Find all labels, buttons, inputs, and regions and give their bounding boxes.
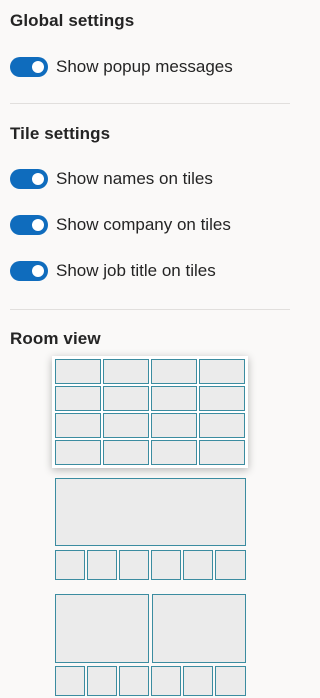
layout-tile (55, 359, 101, 384)
show-names-on-tiles-label: Show names on tiles (56, 169, 213, 188)
toggle-row-show-names-on-tiles[interactable]: Show names on tiles (10, 167, 213, 191)
layout-tile (199, 359, 245, 384)
toggle-knob (32, 219, 44, 231)
toggle-row-show-company-on-tiles[interactable]: Show company on tiles (10, 213, 231, 237)
layout-tile (55, 440, 101, 465)
layout-tile (103, 386, 149, 411)
toggle-knob (32, 61, 44, 73)
toggle-row-show-job-title-on-tiles[interactable]: Show job title on tiles (10, 259, 216, 283)
show-popup-messages-toggle[interactable] (10, 57, 48, 77)
layout-thumbnail-tile (119, 666, 149, 696)
layout-speaker-tile (55, 594, 149, 663)
layout-tile (151, 359, 197, 384)
room-view-heading: Room view (10, 329, 101, 348)
layout-tile (103, 413, 149, 438)
layout-tile (199, 386, 245, 411)
layout-thumbnail-tile (215, 666, 246, 696)
toggle-knob (32, 265, 44, 277)
show-company-on-tiles-label: Show company on tiles (56, 215, 231, 234)
layout-speaker-tile (152, 594, 246, 663)
show-company-on-tiles-toggle[interactable] (10, 215, 48, 235)
layout-tile (103, 440, 149, 465)
layout-thumbnail-tile (151, 550, 181, 580)
layout-thumbnail-tile (119, 550, 149, 580)
section-divider (10, 309, 290, 310)
show-job-title-on-tiles-label: Show job title on tiles (56, 261, 216, 280)
layout-thumbnail-tile (55, 666, 85, 696)
layout-thumbnail-tile (183, 550, 213, 580)
layout-tile (151, 413, 197, 438)
layout-tile (199, 440, 245, 465)
layout-thumbnail-tile (87, 550, 117, 580)
layout-tile (151, 386, 197, 411)
toggle-knob (32, 173, 44, 185)
settings-panel: Global settings Show popup messages Tile… (0, 0, 300, 698)
layout-tile (55, 413, 101, 438)
show-popup-messages-label: Show popup messages (56, 57, 233, 76)
layout-thumbnail-tile (151, 666, 181, 696)
layout-tile (103, 359, 149, 384)
room-layout-grid-4x4[interactable] (52, 356, 248, 468)
show-job-title-on-tiles-toggle[interactable] (10, 261, 48, 281)
room-layout-two-speakers-with-thumbnails[interactable] (52, 594, 248, 698)
layout-thumbnail-tile (183, 666, 213, 696)
section-divider (10, 103, 290, 104)
show-names-on-tiles-toggle[interactable] (10, 169, 48, 189)
layout-tile (55, 386, 101, 411)
layout-tile (151, 440, 197, 465)
room-layout-speaker-with-thumbnails[interactable] (52, 476, 248, 582)
global-settings-heading: Global settings (10, 11, 135, 30)
layout-tile (199, 413, 245, 438)
toggle-row-show-popup-messages[interactable]: Show popup messages (10, 55, 233, 79)
layout-thumbnail-tile (55, 550, 85, 580)
layout-thumbnail-tile (215, 550, 246, 580)
tile-settings-heading: Tile settings (10, 124, 111, 143)
layout-thumbnail-tile (87, 666, 117, 696)
layout-speaker-tile (55, 478, 246, 546)
